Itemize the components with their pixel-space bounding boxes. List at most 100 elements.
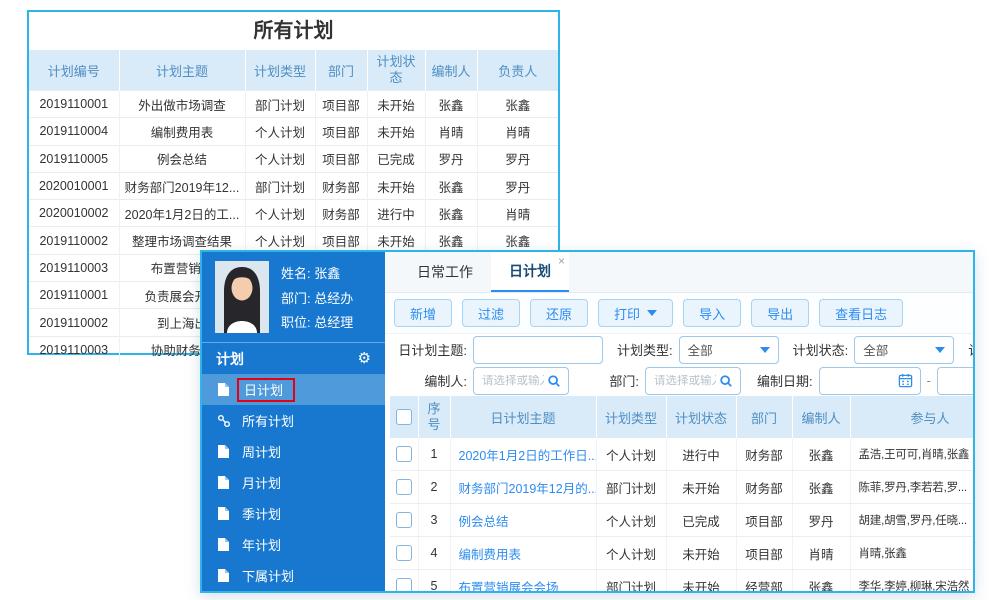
day-plan-header-row: 序号 日计划主题 计划类型 计划状态 部门 编制人 参与人 — [390, 396, 973, 438]
file-icon — [217, 506, 232, 521]
cell: 未开始 — [367, 171, 426, 200]
plan-creator: 张鑫 — [792, 438, 851, 471]
column-header: 计划类型 — [596, 396, 667, 438]
button-label: 导入 — [699, 306, 726, 322]
sidebar-item-month-plan[interactable]: 月计划 — [202, 467, 385, 498]
cell: 未开始 — [367, 117, 426, 146]
view-log-button[interactable]: 查看日志 — [819, 299, 904, 327]
table-row: 1 2020年1月2日的工作日... 个人计划 进行中 财务部 张鑫 孟浩,王可可,肖晴,张… — [390, 438, 973, 471]
tab-day-plan[interactable]: 日计划 × — [491, 252, 569, 292]
sidebar-item-subordinate-plan[interactable]: 下属计划 — [202, 560, 385, 591]
row-select-cell — [390, 569, 419, 591]
column-header: 序号 — [418, 396, 451, 438]
sidebar-item-day-plan[interactable]: 日计划 — [202, 374, 385, 405]
add-button[interactable]: 新增 — [394, 299, 453, 327]
cell: 2019110003 — [29, 335, 120, 363]
date-to-input[interactable] — [936, 366, 973, 395]
plan-type: 个人计划 — [596, 536, 667, 570]
cell: 项目部 — [315, 144, 368, 173]
plan-status: 进行中 — [666, 438, 737, 471]
print-button[interactable]: 打印 — [598, 299, 674, 327]
status-filter-select[interactable]: 全部 — [854, 335, 955, 364]
import-button[interactable]: 导入 — [683, 299, 742, 327]
plan-subject-cell: 2020年1月2日的工作日... — [450, 438, 597, 471]
search-icon[interactable] — [719, 374, 733, 388]
cell: 例会总结 — [119, 144, 246, 173]
row-checkbox[interactable] — [395, 512, 412, 528]
cell: 个人计划 — [245, 117, 316, 146]
all-plans-header-row: 计划编号 计划主题 计划类型 部门 计划状态 编制人 负责人 — [29, 50, 558, 91]
plan-participants: 肖晴,张鑫 — [850, 536, 973, 570]
close-icon[interactable]: × — [558, 254, 565, 268]
cell: 张鑫 — [477, 89, 558, 118]
export-button[interactable]: 导出 — [751, 299, 810, 327]
date-from-input[interactable] — [818, 366, 921, 395]
search-icon[interactable] — [547, 374, 561, 388]
calendar-icon[interactable] — [898, 373, 913, 388]
subject-filter-input[interactable] — [473, 335, 603, 364]
date-range-separator: - — [926, 373, 931, 388]
sidebar-item-all-plans[interactable]: 所有计划 — [202, 405, 385, 436]
date-filter-label: 编制日期: — [757, 374, 813, 389]
type-filter-select[interactable]: 全部 — [678, 335, 779, 364]
sidebar-menu: 日计划所有计划周计划月计划季计划 年计划 下属计划 — [202, 374, 385, 591]
row-select-cell — [390, 470, 419, 504]
table-row: 2019110005 例会总结 个人计划 项目部 已完成 罗丹 罗丹 — [29, 144, 558, 173]
tab-label: 日常工作 — [417, 264, 473, 280]
plan-status: 已完成 — [666, 503, 737, 537]
day-plan-tbody: 1 2020年1月2日的工作日... 个人计划 进行中 财务部 张鑫 孟浩,王可可,肖晴,张… — [390, 438, 973, 591]
cell: 2019110001 — [29, 89, 120, 118]
restore-button[interactable]: 还原 — [530, 299, 589, 327]
column-header: 部门 — [315, 50, 368, 91]
day-plan-window: 姓名: 张鑫 部门: 总经办 职位: 总经理 计划 ⚙ 日计划 所有计划 周计划 月计… — [200, 250, 975, 593]
plan-creator: 肖晴 — [792, 536, 851, 570]
file-icon — [217, 444, 232, 459]
row-checkbox[interactable] — [395, 479, 412, 495]
plan-type: 个人计划 — [596, 438, 667, 471]
gear-icon[interactable]: ⚙ — [358, 351, 371, 366]
sidebar-item-label: 所有计划 — [242, 414, 295, 429]
plan-subject-cell: 例会总结 — [450, 503, 597, 537]
column-header: 编制人 — [792, 396, 851, 438]
row-checkbox[interactable] — [395, 446, 412, 462]
select-all-checkbox[interactable] — [395, 409, 412, 426]
cell: 财务部门2019年12... — [119, 171, 246, 200]
tab-daily-work[interactable]: 日常工作 — [399, 252, 491, 292]
plan-subject-link[interactable]: 编制费用表 — [459, 548, 522, 562]
plan-dept: 财务部 — [736, 438, 793, 471]
plan-subject-link[interactable]: 布置营销展会会场 — [459, 581, 559, 592]
plan-status: 未开始 — [666, 536, 737, 570]
dept-filter-search[interactable] — [645, 366, 741, 395]
sidebar-item-label: 月计划 — [242, 476, 282, 491]
status-filter-label: 计划状态: — [792, 343, 849, 358]
filter-row-1: 日计划主题: 计划类型: 全部 计划状态: 全部 计 — [385, 334, 973, 365]
type-filter-label: 计划类型: — [617, 343, 673, 358]
sidebar-item-week-plan[interactable]: 周计划 — [202, 436, 385, 467]
select-all-header — [390, 396, 419, 438]
creator-filter-input[interactable] — [482, 374, 544, 387]
toolbar: 新增 过滤 还原 打印 导入 导出 查看日志 — [385, 293, 973, 334]
sidebar-item-quarter-plan[interactable]: 季计划 — [202, 498, 385, 529]
row-checkbox[interactable] — [395, 545, 412, 561]
all-plans-title: 所有计划 — [253, 20, 334, 42]
cell: 未开始 — [367, 89, 426, 118]
row-checkbox[interactable] — [395, 578, 412, 591]
button-label: 过滤 — [478, 306, 505, 322]
column-header: 负责人 — [477, 50, 558, 91]
cell: 2020010001 — [29, 171, 120, 200]
plan-subject-link[interactable]: 2020年1月2日的工作日... — [459, 449, 596, 463]
plan-subject-link[interactable]: 财务部门2019年12月的... — [459, 482, 596, 496]
subject-filter-label: 日计划主题: — [398, 343, 467, 358]
plan-subject-link[interactable]: 例会总结 — [459, 515, 509, 529]
row-index: 2 — [418, 470, 451, 504]
cell: 财务部 — [315, 171, 368, 200]
creator-filter-search[interactable] — [473, 366, 569, 395]
cell: 张鑫 — [425, 199, 478, 227]
filter-button[interactable]: 过滤 — [462, 299, 521, 327]
dept-filter-input[interactable] — [654, 374, 716, 387]
column-header: 计划编号 — [29, 50, 120, 91]
cell: 肖晴 — [477, 117, 558, 146]
cell: 部门计划 — [245, 89, 316, 118]
column-header: 计划状态 — [666, 396, 737, 438]
sidebar-item-year-plan[interactable]: 年计划 — [202, 529, 385, 560]
